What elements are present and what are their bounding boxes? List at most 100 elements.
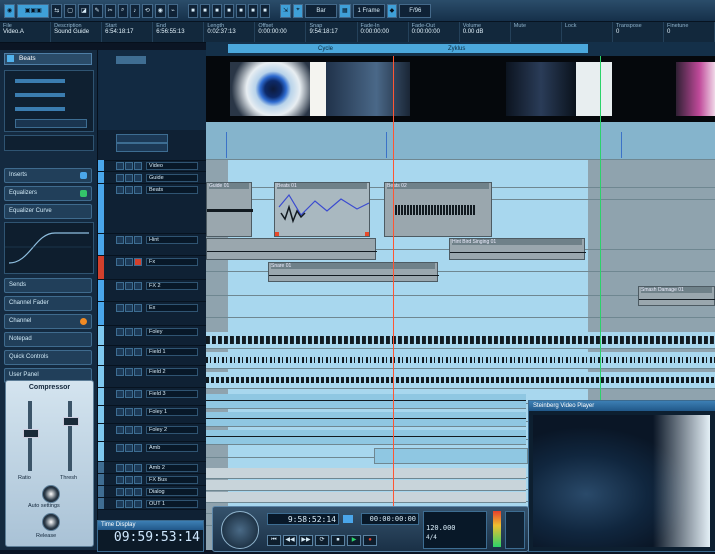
solo-button[interactable] bbox=[125, 304, 133, 312]
activate-project-button[interactable]: ◉ bbox=[4, 3, 16, 18]
marker-lane[interactable] bbox=[206, 122, 715, 160]
track-header[interactable]: FX Bus bbox=[98, 474, 206, 486]
eq-curve-display[interactable] bbox=[4, 222, 94, 274]
mute-button[interactable] bbox=[116, 328, 124, 336]
info-field[interactable]: Fade-In 0:00:00:00 bbox=[358, 22, 409, 42]
play-tool-icon[interactable]: ♪ bbox=[129, 3, 140, 18]
solo-button[interactable] bbox=[125, 368, 133, 376]
track-header[interactable]: Dialog bbox=[98, 486, 206, 498]
release-knob[interactable] bbox=[42, 513, 60, 531]
waveform-lane[interactable] bbox=[206, 332, 715, 349]
waveform-lane[interactable] bbox=[206, 352, 715, 369]
inspector-track-name[interactable]: Beats bbox=[4, 53, 92, 65]
info-field-value[interactable]: 0 bbox=[667, 29, 711, 35]
mute-button[interactable] bbox=[116, 258, 124, 266]
marker-line[interactable] bbox=[621, 132, 622, 158]
track-name[interactable]: Foley 1 bbox=[146, 408, 198, 416]
play-button[interactable]: ▶ bbox=[347, 535, 361, 546]
inspector-section-quick-controls[interactable]: Quick Controls bbox=[4, 350, 92, 365]
automation-mode-button[interactable]: ⇆ bbox=[51, 3, 63, 18]
mini-transport-button-5[interactable]: ■ bbox=[235, 3, 246, 18]
audio-clip[interactable]: Snare 01 bbox=[268, 262, 439, 282]
mute-button[interactable] bbox=[116, 390, 124, 398]
quantize-dropdown[interactable]: 1 Frame bbox=[352, 3, 385, 18]
record-enable-button[interactable] bbox=[134, 500, 142, 508]
solo-button[interactable] bbox=[125, 390, 133, 398]
audio-clip-selected[interactable]: Beats 01 bbox=[274, 182, 370, 237]
output-routing[interactable] bbox=[4, 135, 94, 151]
track-name[interactable]: Foley bbox=[146, 328, 198, 336]
mini-transport-button-2[interactable]: ■ bbox=[199, 3, 210, 18]
sync-button[interactable] bbox=[343, 515, 353, 523]
info-field[interactable]: File Video.A bbox=[0, 22, 52, 42]
track-name[interactable]: Beats bbox=[146, 186, 198, 194]
audio-clip[interactable]: Smash Damage 01 bbox=[638, 286, 715, 306]
info-field-value[interactable]: 6:54:18:17 bbox=[105, 29, 149, 35]
grid-type-dropdown[interactable]: Bar bbox=[305, 3, 337, 18]
group-lane[interactable] bbox=[206, 480, 526, 491]
record-enable-button[interactable] bbox=[134, 488, 142, 496]
mute-tool-icon[interactable]: ⟲ bbox=[141, 3, 153, 18]
audio-region-lane[interactable] bbox=[206, 430, 526, 445]
audio-clip[interactable]: Hint Bird Singing 01 bbox=[449, 238, 586, 260]
info-field-value[interactable]: 0 bbox=[616, 29, 660, 35]
delay-slider[interactable] bbox=[15, 107, 65, 111]
snap-toggle-button[interactable]: ⇲ bbox=[279, 3, 291, 18]
track-name[interactable]: Field 2 bbox=[146, 368, 198, 376]
secondary-time-display[interactable]: 00:00:00:00 bbox=[361, 513, 419, 525]
solo-button[interactable] bbox=[125, 408, 133, 416]
track-header[interactable]: OUT 1 bbox=[98, 498, 206, 510]
mini-transport-button-6[interactable]: ■ bbox=[247, 3, 258, 18]
mute-button[interactable] bbox=[116, 408, 124, 416]
info-field-value[interactable]: Sound Guide bbox=[54, 29, 98, 35]
solo-button[interactable] bbox=[125, 258, 133, 266]
track-name[interactable]: Field 1 bbox=[146, 348, 198, 356]
fast-forward-button[interactable]: ▶▶ bbox=[299, 535, 313, 546]
scissors-tool-icon[interactable]: ✂ bbox=[104, 3, 116, 18]
solo-button[interactable] bbox=[125, 328, 133, 336]
info-field[interactable]: Lock bbox=[562, 22, 613, 42]
video-thumbnail-strip[interactable] bbox=[206, 56, 715, 122]
track-name[interactable]: Hint bbox=[146, 236, 198, 244]
info-field-value[interactable]: 6:56:55:13 bbox=[156, 29, 200, 35]
routing-field[interactable] bbox=[15, 119, 87, 128]
mute-button[interactable] bbox=[116, 500, 124, 508]
info-field[interactable]: Snap 9:54:18:17 bbox=[306, 22, 358, 42]
track-header[interactable]: Ex bbox=[98, 302, 206, 326]
track-header[interactable]: Foley 1 bbox=[98, 406, 206, 424]
inspector-section-notepad[interactable]: Notepad bbox=[4, 332, 92, 347]
glue-tool-icon[interactable]: ◉ bbox=[154, 3, 166, 18]
mute-button[interactable] bbox=[116, 476, 124, 484]
info-field[interactable]: Description Sound Guide bbox=[51, 22, 103, 42]
solo-button[interactable] bbox=[125, 348, 133, 356]
record-enable-button[interactable] bbox=[134, 186, 142, 194]
ratio-fader-handle[interactable] bbox=[23, 429, 39, 438]
record-enable-button[interactable] bbox=[134, 390, 142, 398]
track-header[interactable]: Foley 2 bbox=[98, 424, 206, 442]
track-header[interactable]: Field 3 bbox=[98, 388, 206, 406]
inspector-section-channel-fader[interactable]: Channel Fader bbox=[4, 296, 92, 311]
info-field[interactable]: Length 0:02:37:13 bbox=[204, 22, 256, 42]
info-field-value[interactable]: 0:00:00:00 bbox=[361, 29, 405, 35]
quantize-toggle-button[interactable]: ▦ bbox=[339, 3, 351, 18]
track-header[interactable]: Beats bbox=[98, 184, 206, 234]
solo-button[interactable] bbox=[125, 174, 133, 182]
cycle-range-bar[interactable]: Cycle Zyklus bbox=[228, 44, 588, 53]
mute-button[interactable] bbox=[116, 426, 124, 434]
threshold-fader-handle[interactable] bbox=[63, 417, 79, 426]
solo-button[interactable] bbox=[125, 426, 133, 434]
video-player-window[interactable]: Steinberg Video Player bbox=[528, 400, 715, 552]
auto-settings-knob[interactable] bbox=[42, 485, 60, 503]
line-tool-icon[interactable]: ⌁ bbox=[167, 3, 178, 18]
solo-button[interactable] bbox=[125, 444, 133, 452]
mute-button[interactable] bbox=[116, 444, 124, 452]
marker-zoom-dropdown[interactable] bbox=[116, 143, 168, 152]
track-header[interactable]: Amb bbox=[98, 442, 206, 462]
constrain-button[interactable]: ▣▣▣ bbox=[17, 3, 50, 18]
track-header[interactable]: Guide bbox=[98, 172, 206, 184]
solo-button[interactable] bbox=[125, 464, 133, 472]
track-name[interactable]: Fx bbox=[146, 258, 198, 266]
mute-button[interactable] bbox=[116, 162, 124, 170]
video-player-title[interactable]: Steinberg Video Player bbox=[529, 401, 715, 411]
track-header[interactable]: Video bbox=[98, 160, 206, 172]
